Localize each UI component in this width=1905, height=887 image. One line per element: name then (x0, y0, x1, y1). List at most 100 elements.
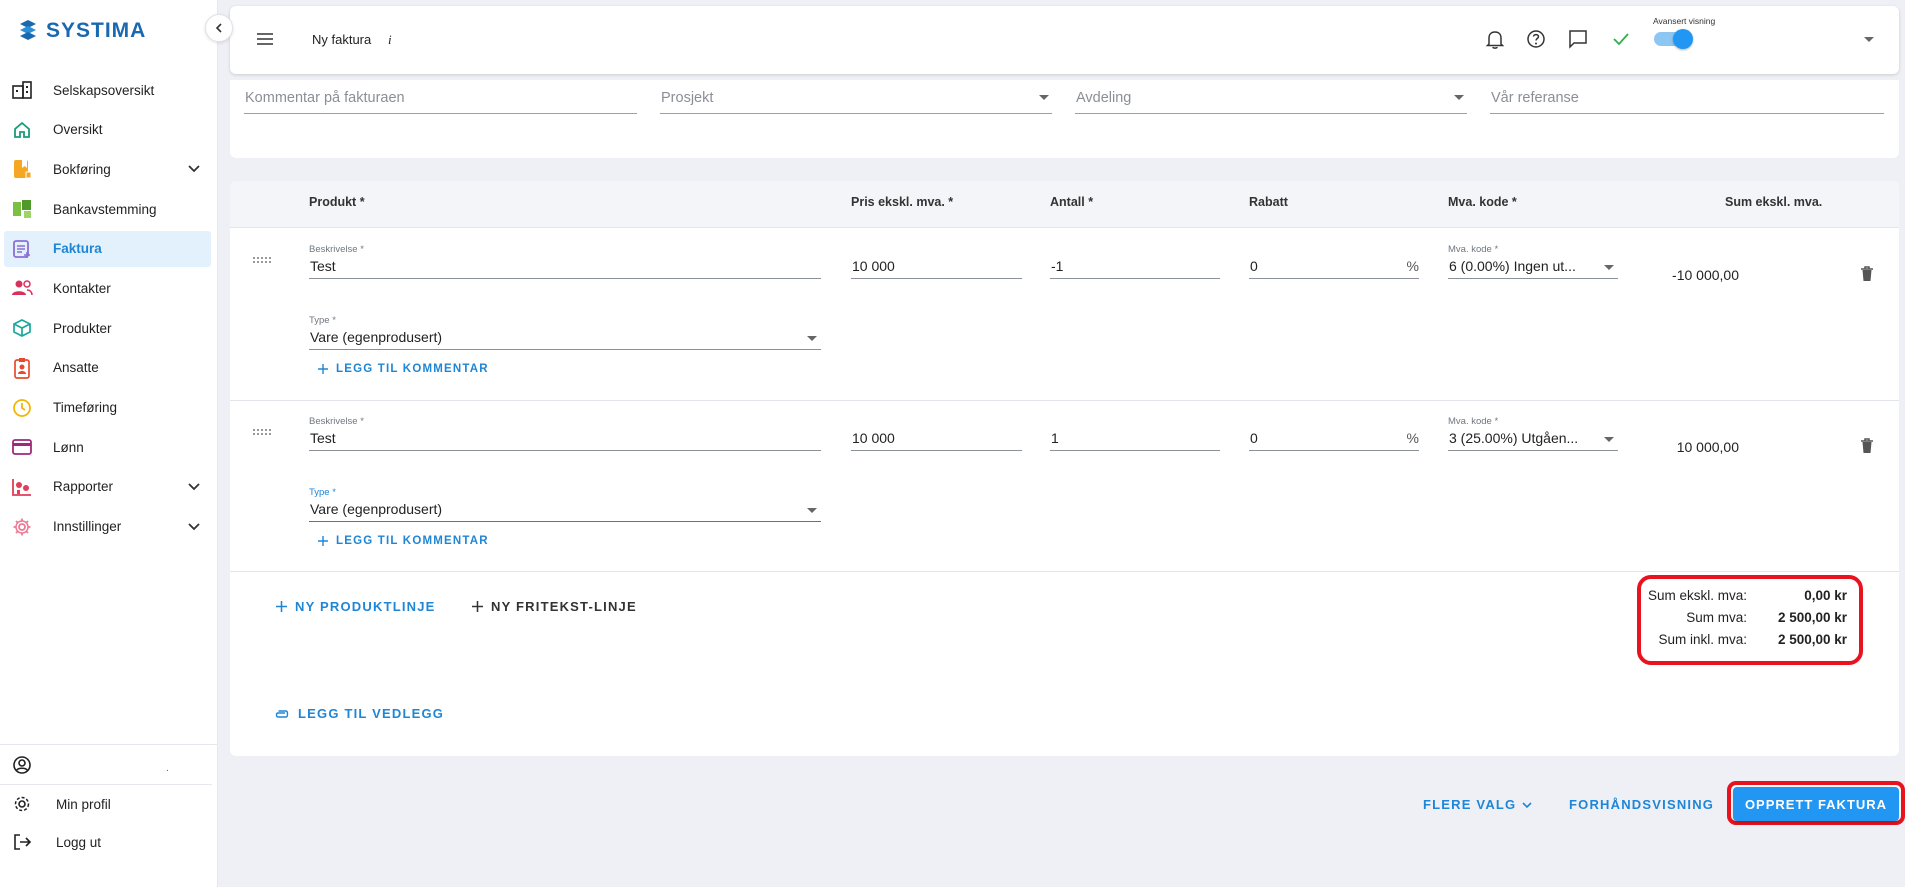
quantity-value: 1 (1051, 430, 1059, 446)
trash-icon[interactable] (1860, 266, 1874, 282)
line-sum: -10 000,00 (1672, 267, 1739, 283)
new-text-line-button[interactable]: NY FRITEKST-LINJE (472, 599, 637, 614)
sidebar-item-kontakter[interactable]: Kontakter (4, 270, 211, 306)
price-input[interactable]: 10 000 (851, 256, 1022, 279)
sidebar-item-lonn[interactable]: Lønn (4, 429, 211, 465)
total-vat-value: 2 500,00 kr (1777, 610, 1847, 625)
department-select[interactable]: Avdeling (1075, 80, 1467, 114)
quantity-input[interactable]: 1 (1050, 428, 1220, 451)
new-text-line-label: NY FRITEKST-LINJE (491, 599, 637, 614)
add-attachment-button[interactable]: LEGG TIL VEDLEGG (274, 706, 444, 721)
header-vat: Mva. kode * (1448, 195, 1517, 209)
sidebar-item-min-profil[interactable]: Min profil (0, 785, 218, 823)
project-select[interactable]: Prosjekt (660, 80, 1052, 114)
sidebar-item-label: Produkter (53, 320, 112, 336)
sidebar-item-label: Faktura (53, 241, 102, 257)
more-options-button[interactable]: FLERE VALG (1423, 797, 1532, 812)
product-box-icon (10, 316, 34, 340)
sidebar-item-rapporter[interactable]: Rapporter (4, 469, 211, 505)
vat-select[interactable]: 3 (25.00%) Utgåen... (1448, 428, 1618, 451)
clock-icon (10, 396, 34, 420)
sidebar-collapse-button[interactable] (205, 14, 233, 42)
sidebar-item-label: Logg ut (56, 834, 102, 850)
page-title: Ny faktura (312, 32, 372, 47)
new-product-line-label: NY PRODUKTLINJE (295, 599, 436, 614)
menu-icon[interactable] (256, 32, 274, 46)
type-select[interactable]: Vare (egenprodusert) (309, 327, 821, 350)
plus-icon (318, 536, 328, 546)
sidebar-item-bokforing[interactable]: Bokføring (4, 151, 211, 187)
type-select[interactable]: Vare (egenprodusert) (309, 499, 821, 522)
sidebar-item-bankavstemming[interactable]: Bankavstemming (4, 191, 211, 227)
comment-placeholder: Kommentar på fakturaen (245, 90, 405, 106)
sidebar-item-innstillinger[interactable]: Innstillinger (4, 509, 211, 545)
caret-down-icon (1454, 95, 1464, 100)
plus-icon (318, 364, 328, 374)
quantity-input[interactable]: -1 (1050, 256, 1220, 279)
toggle-knob[interactable] (1673, 29, 1693, 49)
drag-handle-icon[interactable] (252, 428, 272, 436)
preview-button[interactable]: FORHÅNDSVISNING (1569, 797, 1714, 812)
reference-field[interactable]: Vår referanse (1490, 80, 1884, 114)
add-comment-button[interactable]: LEGG TIL KOMMENTAR (318, 363, 489, 375)
user-account[interactable]: . (0, 745, 212, 785)
add-comment-button[interactable]: LEGG TIL KOMMENTAR (318, 535, 489, 547)
discount-input[interactable]: 0 % (1249, 256, 1419, 279)
description-input[interactable]: Test (309, 256, 821, 279)
building-icon (10, 78, 34, 102)
logout-icon (14, 834, 32, 850)
create-invoice-button[interactable]: OPPRETT FAKTURA (1733, 787, 1899, 821)
quantity-value: -1 (1051, 258, 1064, 274)
table-header: Produkt * Pris ekskl. mva. * Antall * Ra… (230, 181, 1899, 228)
sidebar-item-label: Rapporter (53, 479, 114, 495)
chat-icon[interactable] (1567, 28, 1589, 50)
trash-icon[interactable] (1860, 438, 1874, 454)
advanced-view-label: Avansert visning (1653, 16, 1716, 26)
description-value: Test (310, 258, 336, 274)
caret-down-icon (1039, 95, 1049, 100)
drag-handle-icon[interactable] (252, 256, 272, 264)
sidebar-item-label: Oversikt (53, 122, 103, 138)
comment-field[interactable]: Kommentar på fakturaen (244, 80, 637, 114)
new-product-line-button[interactable]: NY PRODUKTLINJE (276, 599, 436, 614)
type-value: Vare (egenprodusert) (310, 329, 443, 345)
price-input[interactable]: 10 000 (851, 428, 1022, 451)
price-value: 10 000 (852, 258, 895, 274)
chevron-down-icon[interactable] (187, 480, 201, 494)
systima-logo[interactable]: SYSTIMA (16, 18, 146, 44)
vat-value: 3 (25.00%) Utgåen... (1449, 430, 1579, 446)
help-icon[interactable] (1526, 28, 1546, 50)
sidebar-item-produkter[interactable]: Produkter (4, 310, 211, 346)
bell-icon[interactable] (1485, 28, 1505, 50)
gear-icon (14, 796, 30, 812)
top-bar: Ny faktura i Avansert visning (230, 6, 1899, 74)
sidebar: SYSTIMA Selskapsoversikt Oversikt Bokfør… (0, 0, 218, 887)
project-placeholder: Prosjekt (661, 90, 714, 106)
bank-reconcile-icon (10, 197, 34, 221)
sidebar-bottom: . Min profil Logg ut (0, 744, 218, 861)
check-icon[interactable] (1611, 28, 1631, 50)
sidebar-item-label: Timeføring (53, 400, 118, 415)
chevron-down-icon[interactable] (187, 520, 201, 534)
sidebar-item-oversikt[interactable]: Oversikt (4, 112, 211, 148)
more-options-label: FLERE VALG (1423, 797, 1517, 812)
sidebar-item-logg-ut[interactable]: Logg ut (0, 823, 218, 861)
sidebar-item-label: Selskapsoversikt (53, 82, 155, 98)
vat-label: Mva. kode * (1448, 416, 1499, 427)
header-sum: Sum ekskl. mva. (1725, 195, 1823, 209)
description-input[interactable]: Test (309, 428, 821, 451)
percent-suffix: % (1406, 430, 1419, 446)
sidebar-nav: Selskapsoversikt Oversikt Bokføring Bank… (4, 72, 211, 548)
sidebar-item-ansatte[interactable]: Ansatte (4, 350, 211, 386)
discount-input[interactable]: 0 % (1249, 428, 1419, 451)
vat-select[interactable]: 6 (0.00%) Ingen ut... (1448, 256, 1618, 279)
create-invoice-label: OPPRETT FAKTURA (1744, 796, 1888, 812)
sidebar-item-timeforing[interactable]: Timeføring (4, 390, 211, 426)
info-icon[interactable]: i (388, 32, 392, 48)
sidebar-item-faktura[interactable]: Faktura (4, 230, 211, 267)
chevron-down-icon[interactable] (187, 162, 201, 176)
sidebar-item-selskapsoversikt[interactable]: Selskapsoversikt (4, 72, 211, 108)
description-label: Beskrivelse * (309, 244, 364, 255)
account-circle-icon (13, 755, 31, 774)
caret-down-icon[interactable] (1864, 37, 1874, 42)
